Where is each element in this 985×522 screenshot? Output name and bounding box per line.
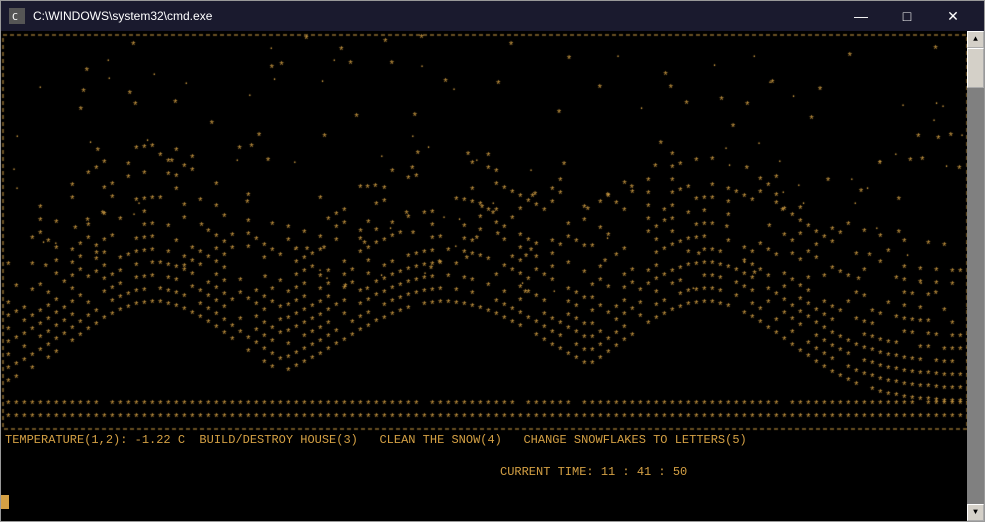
close-button[interactable]: ✕	[930, 1, 976, 31]
title-bar: C C:\WINDOWS\system32\cmd.exe — □ ✕	[1, 1, 984, 31]
scrollbar-thumb[interactable]	[967, 48, 984, 88]
cmd-window: C C:\WINDOWS\system32\cmd.exe — □ ✕ TEMP…	[0, 0, 985, 522]
status-line-2: CURRENT TIME: 11 : 41 : 50	[1, 449, 967, 495]
cmd-content-area: TEMPERATURE(1,2): -1.22 C BUILD/DESTROY …	[1, 31, 984, 521]
maximize-button[interactable]: □	[884, 1, 930, 31]
title-bar-controls: — □ ✕	[838, 1, 976, 31]
cursor-blink	[1, 495, 9, 509]
cursor-line	[1, 495, 967, 509]
svg-text:C: C	[12, 12, 18, 23]
scrollbar-track[interactable]	[967, 48, 984, 504]
cmd-icon: C	[9, 8, 25, 24]
window-title: C:\WINDOWS\system32\cmd.exe	[33, 9, 212, 23]
title-bar-left: C C:\WINDOWS\system32\cmd.exe	[9, 8, 212, 24]
snow-canvas	[1, 31, 969, 431]
status-line-1: TEMPERATURE(1,2): -1.22 C BUILD/DESTROY …	[1, 431, 967, 449]
scroll-down-button[interactable]: ▼	[967, 504, 984, 521]
scrollbar[interactable]: ▲ ▼	[967, 31, 984, 521]
scroll-up-button[interactable]: ▲	[967, 31, 984, 48]
minimize-button[interactable]: —	[838, 1, 884, 31]
